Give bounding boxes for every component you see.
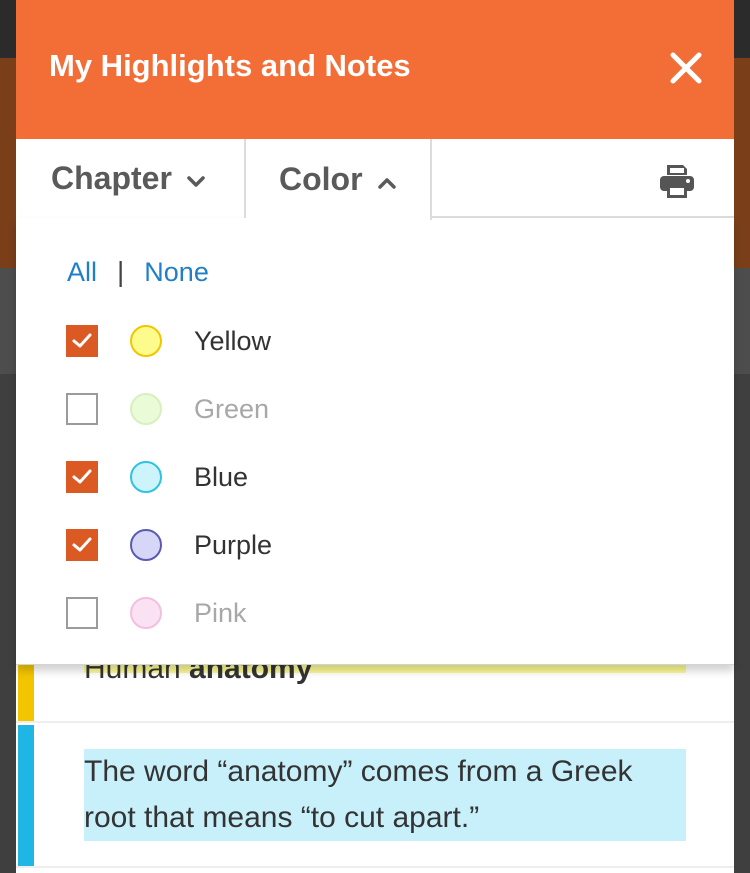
list-item[interactable]: The word “anatomy” comes from a Greek ro… [16, 725, 734, 868]
print-icon [660, 165, 694, 198]
blue-checkbox[interactable] [66, 461, 98, 493]
chevron-down-icon [186, 160, 206, 197]
link-separator: | [117, 256, 125, 287]
green-checkbox[interactable] [66, 393, 98, 425]
tab-color-label: Color [279, 161, 363, 197]
color-filter-dropdown: All | None Yellow Green Blue Purple Pink [16, 218, 734, 665]
close-button[interactable] [668, 50, 704, 86]
modal-title: My Highlights and Notes [49, 48, 411, 83]
modal-header: My Highlights and Notes [16, 0, 734, 139]
select-all-link[interactable]: All [67, 257, 97, 288]
yellow-checkbox[interactable] [66, 325, 98, 357]
yellow-label: Yellow [194, 325, 272, 356]
filter-tabbar: Chapter Color [16, 139, 734, 220]
green-label: Green [194, 393, 270, 424]
blue-swatch [130, 461, 162, 493]
tab-color[interactable]: Color [246, 139, 432, 220]
blue-label: Blue [194, 461, 249, 492]
tab-chapter[interactable]: Chapter [16, 139, 246, 218]
pink-checkbox[interactable] [66, 597, 98, 629]
note-color-stripe [18, 725, 34, 866]
color-row-green[interactable]: Green [66, 392, 269, 426]
print-button[interactable] [658, 162, 696, 200]
note-highlight: The word “anatomy” comes from a Greek ro… [82, 749, 688, 841]
close-icon [670, 52, 702, 84]
purple-label: Purple [194, 529, 273, 560]
note-highlight-bg: The word “anatomy” comes from a Greek ro… [84, 749, 686, 841]
chevron-up-icon [377, 161, 397, 198]
note-text: The word “anatomy” comes from a Greek ro… [84, 755, 633, 834]
color-row-blue[interactable]: Blue [66, 460, 248, 494]
select-none-link[interactable]: None [144, 257, 209, 288]
yellow-swatch [130, 325, 162, 357]
purple-checkbox[interactable] [66, 529, 98, 561]
tab-chapter-label: Chapter [51, 160, 172, 196]
color-row-purple[interactable]: Purple [66, 528, 272, 562]
notes-list: Human anatomy The word “anatomy” comes f… [16, 624, 734, 873]
pink-swatch [130, 597, 162, 629]
green-swatch [130, 393, 162, 425]
color-row-pink[interactable]: Pink [66, 596, 247, 630]
purple-swatch [130, 529, 162, 561]
pink-label: Pink [194, 597, 247, 628]
highlights-notes-modal: My Highlights and Notes Chapter Color Al… [16, 0, 734, 873]
select-links: All | None [67, 256, 209, 288]
color-row-yellow[interactable]: Yellow [66, 324, 271, 358]
